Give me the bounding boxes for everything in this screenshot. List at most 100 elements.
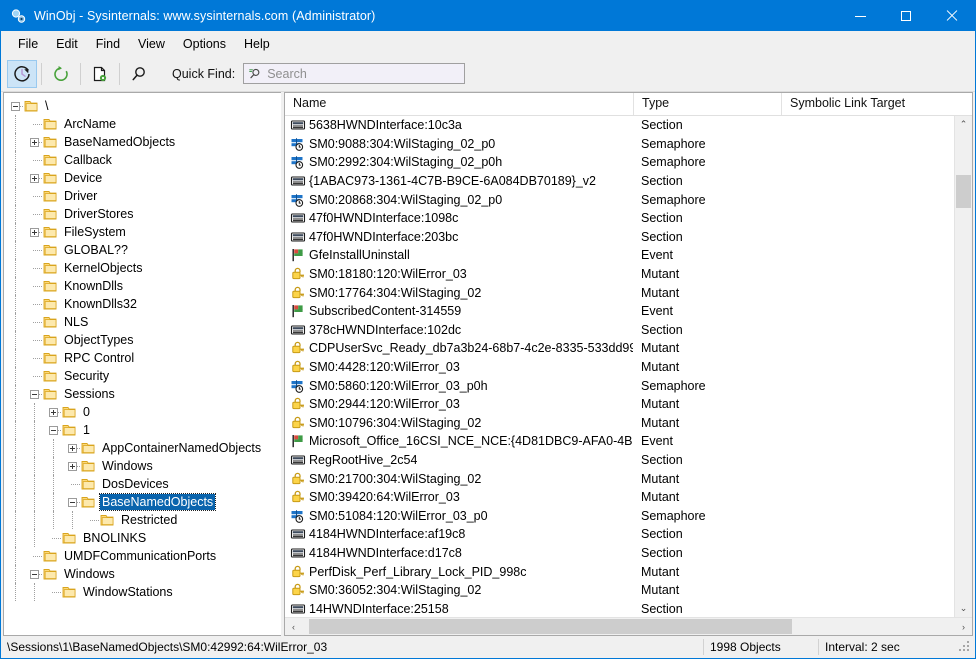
object-list-row[interactable]: SM0:18180:120:WilError_03Mutant <box>285 265 954 284</box>
object-list-row[interactable]: PerfDisk_Perf_Library_Lock_PID_998cMutan… <box>285 562 954 581</box>
object-list-row[interactable]: Microsoft_Office_16CSI_NCE_NCE:{4D81DBC9… <box>285 432 954 451</box>
tree-node-1[interactable]: 1 <box>4 421 281 439</box>
tree-node-driver[interactable]: Driver <box>4 187 281 205</box>
tree-node-umdfcommunicationports[interactable]: UMDFCommunicationPorts <box>4 547 281 565</box>
close-button[interactable] <box>929 1 975 31</box>
object-list-row[interactable]: 14HWNDInterface:25158Section <box>285 599 954 617</box>
search-input[interactable]: Search <box>243 63 465 84</box>
object-list-row[interactable]: 4184HWNDInterface:d17c8Section <box>285 544 954 563</box>
find-button[interactable] <box>124 60 154 88</box>
tree-node-dosdevices[interactable]: DosDevices <box>4 475 281 493</box>
object-list-row[interactable]: SM0:36052:304:WilStaging_02Mutant <box>285 581 954 600</box>
list-horizontal-scrollbar[interactable]: ‹ › <box>285 617 972 635</box>
tree-node-basenamedobjects[interactable]: BaseNamedObjects <box>4 133 281 151</box>
object-list-row[interactable]: GfeInstallUninstallEvent <box>285 246 954 265</box>
tree-node-driverstores[interactable]: DriverStores <box>4 205 281 223</box>
vertical-scroll-thumb[interactable] <box>956 175 971 208</box>
list-vertical-scrollbar[interactable]: ⌃ ⌄ <box>954 116 972 617</box>
object-list-row[interactable]: SM0:10796:304:WilStaging_02Mutant <box>285 414 954 433</box>
tree-node-restricted[interactable]: Restricted <box>4 511 281 529</box>
object-list-row[interactable]: SM0:51084:120:WilError_03_p0Semaphore <box>285 506 954 525</box>
object-list-row[interactable]: 378cHWNDInterface:102dcSection <box>285 321 954 340</box>
scroll-up-arrow[interactable]: ⌃ <box>955 116 972 133</box>
tree-node-bnolinks[interactable]: BNOLINKS <box>4 529 281 547</box>
tree-node-kernelobjects[interactable]: KernelObjects <box>4 259 281 277</box>
tree-node-knowndlls[interactable]: KnownDlls <box>4 277 281 295</box>
tree-node-label: KernelObjects <box>62 260 145 276</box>
object-list-row[interactable]: SM0:5860:120:WilError_03_p0hSemaphore <box>285 376 954 395</box>
object-list-body[interactable]: 5638HWNDInterface:10c3aSectionSM0:9088:3… <box>285 116 954 617</box>
tree-node-[interactable]: \ <box>4 97 281 115</box>
tree-node-0[interactable]: 0 <box>4 403 281 421</box>
tree-node-callback[interactable]: Callback <box>4 151 281 169</box>
tree-expand-toggle[interactable] <box>65 457 80 475</box>
tree-collapse-toggle[interactable] <box>65 493 80 511</box>
object-list-row[interactable]: 47f0HWNDInterface:203bcSection <box>285 228 954 247</box>
scroll-left-arrow[interactable]: ‹ <box>285 618 302 635</box>
tree-node-windowstations[interactable]: WindowStations <box>4 583 281 601</box>
tree-node-windows[interactable]: Windows <box>4 565 281 583</box>
menu-help[interactable]: Help <box>235 33 279 55</box>
object-list-row[interactable]: RegRootHive_2c54Section <box>285 451 954 470</box>
tree-collapse-toggle[interactable] <box>46 421 61 439</box>
tree-node-device[interactable]: Device <box>4 169 281 187</box>
object-name-label: 4184HWNDInterface:af19c8 <box>309 527 465 541</box>
tree-expand-toggle[interactable] <box>27 133 42 151</box>
object-list-row[interactable]: SM0:2992:304:WilStaging_02_p0hSemaphore <box>285 153 954 172</box>
tree-node-global[interactable]: GLOBAL?? <box>4 241 281 259</box>
tree-node-security[interactable]: Security <box>4 367 281 385</box>
object-list-row[interactable]: {1ABAC973-1361-4C7B-B9CE-6A084DB70189}_v… <box>285 172 954 191</box>
object-tree-pane[interactable]: \ArcNameBaseNamedObjectsCallbackDeviceDr… <box>3 92 281 636</box>
tree-expand-toggle[interactable] <box>27 169 42 187</box>
tree-node-filesystem[interactable]: FileSystem <box>4 223 281 241</box>
tree-node-appcontainernamedobjects[interactable]: AppContainerNamedObjects <box>4 439 281 457</box>
tree-node-sessions[interactable]: Sessions <box>4 385 281 403</box>
menu-file[interactable]: File <box>9 33 47 55</box>
menu-edit[interactable]: Edit <box>47 33 87 55</box>
object-list-row[interactable]: 47f0HWNDInterface:1098cSection <box>285 209 954 228</box>
tree-node-objecttypes[interactable]: ObjectTypes <box>4 331 281 349</box>
tree-node-rpc-control[interactable]: RPC Control <box>4 349 281 367</box>
tree-node-knowndlls32[interactable]: KnownDlls32 <box>4 295 281 313</box>
menu-view[interactable]: View <box>129 33 174 55</box>
object-list-row[interactable]: SubscribedContent-314559Event <box>285 302 954 321</box>
object-list-row[interactable]: CDPUserSvc_Ready_db7a3b24-68b7-4c2e-8335… <box>285 339 954 358</box>
mutant-icon <box>290 582 306 598</box>
column-header-type[interactable]: Type <box>633 93 781 115</box>
resize-grip-icon[interactable] <box>957 639 973 655</box>
object-list-row[interactable]: SM0:4428:120:WilError_03Mutant <box>285 358 954 377</box>
tree-node-windows[interactable]: Windows <box>4 457 281 475</box>
object-list-row[interactable]: 5638HWNDInterface:10c3aSection <box>285 116 954 135</box>
object-list-row[interactable]: SM0:2944:120:WilError_03Mutant <box>285 395 954 414</box>
column-header-symbolic-link-target[interactable]: Symbolic Link Target <box>781 93 972 115</box>
tree-expand-toggle[interactable] <box>65 439 80 457</box>
tree-collapse-toggle[interactable] <box>27 385 42 403</box>
menu-options[interactable]: Options <box>174 33 235 55</box>
tree-node-arcname[interactable]: ArcName <box>4 115 281 133</box>
tree-collapse-toggle[interactable] <box>27 565 42 583</box>
tree-expand-toggle[interactable] <box>27 223 42 241</box>
object-list-row[interactable]: 4184HWNDInterface:af19c8Section <box>285 525 954 544</box>
tree-collapse-toggle[interactable] <box>8 97 23 115</box>
minimize-button[interactable] <box>837 1 883 31</box>
vertical-scroll-track[interactable] <box>955 133 972 600</box>
tree-node-nls[interactable]: NLS <box>4 313 281 331</box>
object-list-row[interactable]: SM0:9088:304:WilStaging_02_p0Semaphore <box>285 135 954 154</box>
scroll-right-arrow[interactable]: › <box>955 618 972 635</box>
tree-expand-toggle[interactable] <box>46 403 61 421</box>
horizontal-scroll-track[interactable] <box>302 618 955 635</box>
tree-node-basenamedobjects[interactable]: BaseNamedObjects <box>4 493 281 511</box>
properties-button[interactable] <box>85 60 115 88</box>
object-name-label: 47f0HWNDInterface:1098c <box>309 211 458 225</box>
column-header-name[interactable]: Name <box>285 93 633 115</box>
scroll-down-arrow[interactable]: ⌄ <box>955 600 972 617</box>
menu-find[interactable]: Find <box>87 33 129 55</box>
refresh-button[interactable] <box>46 60 76 88</box>
refresh-auto-button[interactable] <box>7 60 37 88</box>
object-list-row[interactable]: SM0:17764:304:WilStaging_02Mutant <box>285 283 954 302</box>
object-list-row[interactable]: SM0:39420:64:WilError_03Mutant <box>285 488 954 507</box>
maximize-button[interactable] <box>883 1 929 31</box>
horizontal-scroll-thumb[interactable] <box>309 619 792 634</box>
object-list-row[interactable]: SM0:20868:304:WilStaging_02_p0Semaphore <box>285 190 954 209</box>
object-list-row[interactable]: SM0:21700:304:WilStaging_02Mutant <box>285 469 954 488</box>
